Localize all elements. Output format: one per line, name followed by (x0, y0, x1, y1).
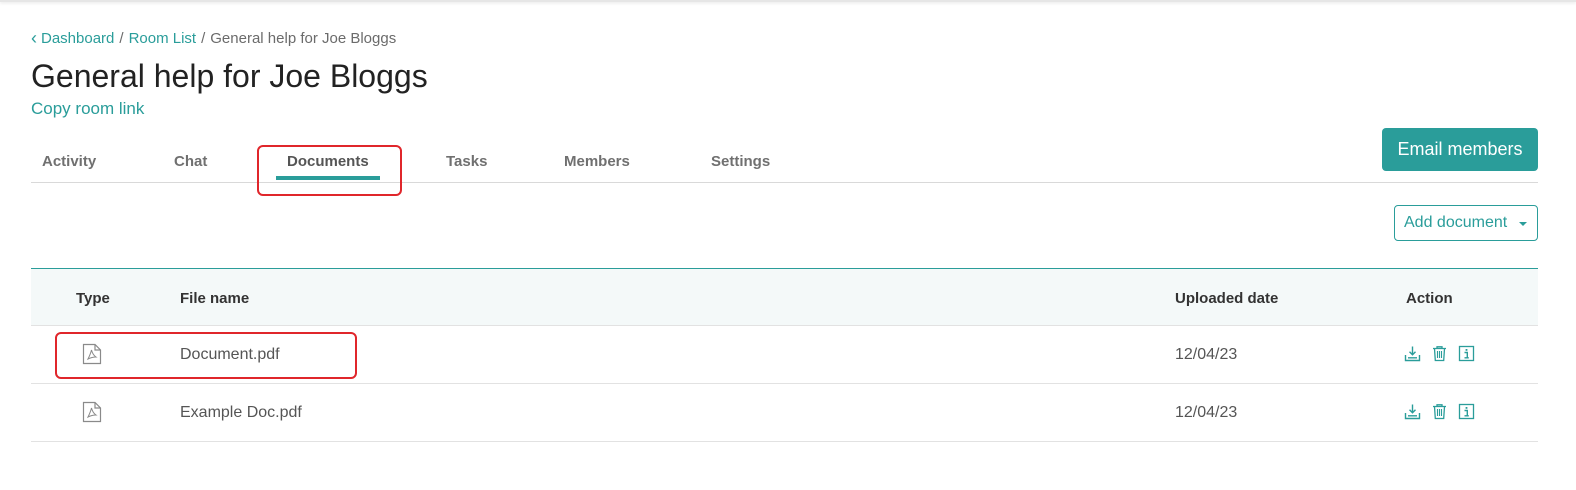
pdf-icon (82, 343, 102, 365)
trash-icon[interactable] (1431, 403, 1448, 420)
file-name[interactable]: Document.pdf (180, 346, 280, 364)
copy-room-link[interactable]: Copy room link (31, 99, 144, 119)
info-icon[interactable] (1458, 403, 1475, 420)
documents-table: Type File name Uploaded date Action Docu… (31, 268, 1538, 442)
header-action: Action (1406, 290, 1453, 307)
header-type: Type (76, 290, 110, 307)
breadcrumb-separator: / (201, 30, 206, 47)
caret-down-icon (1519, 222, 1527, 226)
page-title: General help for Joe Bloggs (31, 58, 428, 94)
breadcrumb-separator: / (119, 30, 124, 47)
add-document-dropdown[interactable]: Add document (1394, 205, 1538, 241)
uploaded-date: 12/04/23 (1175, 346, 1238, 363)
download-icon[interactable] (1404, 403, 1421, 420)
breadcrumb-current: General help for Joe Bloggs (210, 30, 397, 47)
add-document-label: Add document (1404, 214, 1508, 231)
download-icon[interactable] (1404, 345, 1421, 362)
tab-tasks[interactable]: Tasks (446, 153, 487, 170)
trash-icon[interactable] (1431, 345, 1448, 362)
tab-documents[interactable]: Documents (287, 153, 369, 170)
top-bar (0, 0, 1576, 2)
table-row: Example Doc.pdf 12/04/23 (31, 384, 1538, 442)
file-name[interactable]: Example Doc.pdf (180, 404, 302, 422)
row-actions (1404, 345, 1475, 362)
uploaded-date: 12/04/23 (1175, 404, 1238, 421)
table-row: Document.pdf 12/04/23 (31, 326, 1538, 384)
tab-activity[interactable]: Activity (42, 153, 96, 170)
info-icon[interactable] (1458, 345, 1475, 362)
tab-bar: Activity Chat Documents Tasks Members Se… (31, 148, 1538, 183)
header-uploaded-date: Uploaded date (1175, 290, 1279, 307)
active-tab-indicator (276, 176, 380, 180)
tab-settings[interactable]: Settings (711, 153, 770, 170)
breadcrumb: ‹ Dashboard / Room List / General help f… (31, 29, 397, 47)
header-file-name: File name (180, 290, 250, 307)
tab-members[interactable]: Members (564, 153, 630, 170)
breadcrumb-dashboard-link[interactable]: Dashboard (41, 30, 114, 47)
chevron-left-icon[interactable]: ‹ (31, 29, 37, 47)
tab-chat[interactable]: Chat (174, 153, 207, 170)
row-actions (1404, 403, 1475, 420)
pdf-icon (82, 401, 102, 423)
breadcrumb-room-list-link[interactable]: Room List (129, 30, 197, 47)
table-header: Type File name Uploaded date Action (31, 268, 1538, 326)
